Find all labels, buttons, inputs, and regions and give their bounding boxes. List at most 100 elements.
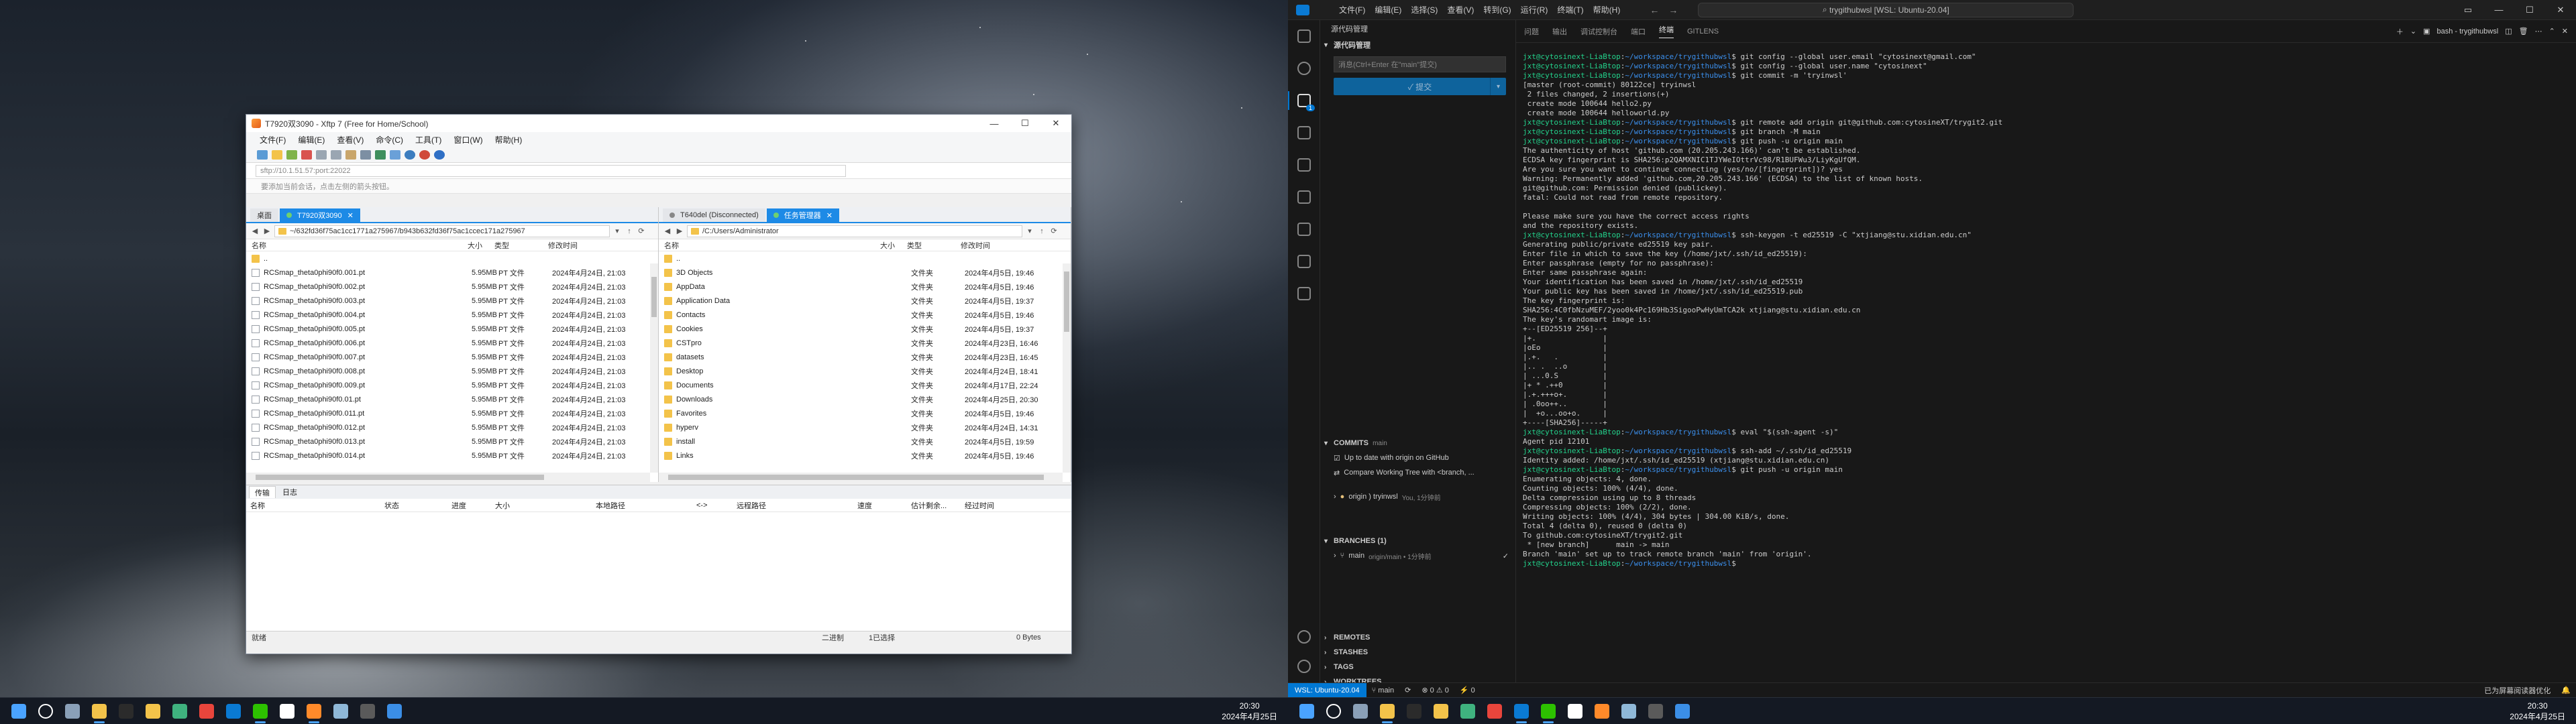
vscode-icon[interactable] [220,698,247,724]
menu-item[interactable]: 窗口(W) [449,134,486,145]
file-row[interactable]: RCSmap_theta0phi90f0.004.pt 5.95MB PT 文件 20… [246,308,658,322]
manage-gear-icon[interactable] [1288,650,1320,682]
section-stashes[interactable]: › STASHES [1320,645,1515,660]
typora-icon[interactable] [274,698,301,724]
chevron-down-icon[interactable]: ▾ [1490,78,1506,95]
commit-message-input[interactable]: 消息(Ctrl+Enter 在"main"提交) [1334,56,1506,72]
new-session-icon[interactable] [257,149,268,160]
paste-icon[interactable] [331,149,341,160]
branches-section-header[interactable]: ▾ BRANCHES (1) [1320,534,1515,548]
refresh-pane-icon[interactable]: ⟳ [637,227,646,236]
folder-icon[interactable] [1428,698,1454,724]
wechat-icon[interactable] [247,698,274,724]
disconnect-icon[interactable] [301,149,312,160]
vertical-scrollbar[interactable] [650,263,658,473]
parent-folder-icon[interactable]: ↑ [1037,227,1046,236]
tab-output[interactable]: 输出 [1552,26,1567,37]
gear-icon[interactable] [327,698,354,724]
close-tab-icon[interactable]: ✕ [826,211,833,220]
open-folder-icon[interactable] [272,149,282,160]
file-row[interactable]: AppData 文件夹 2024年4月5日, 19:46 [659,280,1071,294]
commit-button[interactable]: ✓ 提交 ▾ [1334,78,1506,95]
path-dropdown-icon[interactable]: ▾ [612,227,622,236]
file-row[interactable]: .. [659,251,1071,265]
menu-item[interactable]: 工具(T) [411,134,445,145]
file-row[interactable]: RCSmap_theta0phi90f0.007.pt 5.95MB PT 文件 20… [246,350,658,364]
terminal-icon[interactable] [1454,698,1481,724]
view-icon[interactable] [360,149,371,160]
camera-icon[interactable] [381,698,408,724]
tab-t640del[interactable]: T640del (Disconnected) [663,208,765,222]
file-row[interactable]: RCSmap_theta0phi90f0.001.pt 5.95MB PT 文件 20… [246,265,658,280]
sdk-icon[interactable] [1401,698,1428,724]
camera-icon[interactable] [1669,698,1696,724]
menu-item[interactable]: 编辑(E) [1372,4,1404,15]
tab-log[interactable]: 日志 [277,486,303,498]
docker-icon[interactable] [1288,213,1320,245]
transfer-col[interactable]: 本地路径 [592,500,692,511]
tab-task-manager[interactable]: 任务管理器 ✕ [766,208,840,222]
split-terminal-icon[interactable]: ◫ [2505,27,2512,36]
sync-icon[interactable] [390,149,400,160]
file-explorer-icon[interactable] [86,698,113,724]
gitlens-icon[interactable] [1288,245,1320,278]
menu-item[interactable]: 帮助(H) [491,134,527,145]
file-row[interactable]: RCSmap_theta0phi90f0.002.pt 5.95MB PT 文件 20… [246,280,658,294]
commit-item[interactable]: ☑ Up to date with origin on GitHub [1320,450,1515,465]
menu-item[interactable]: 终端(T) [1554,4,1586,15]
test-icon[interactable] [1288,278,1320,310]
maximize-button[interactable]: ☐ [2514,0,2545,20]
menu-item[interactable]: 帮助(H) [1591,4,1623,15]
gear-icon[interactable] [1615,698,1642,724]
menu-item[interactable]: 编辑(E) [294,134,329,145]
tab-terminal[interactable]: 终端 [1659,24,1674,38]
tab-gitlens[interactable]: GITLENS [1687,27,1719,36]
sdk-icon[interactable] [113,698,140,724]
forward-icon[interactable]: ▶ [262,227,272,236]
account-icon[interactable] [1288,621,1320,653]
col-name[interactable]: 名称 [246,240,468,251]
new-terminal-icon[interactable]: ＋ [2396,26,2404,37]
file-row[interactable]: RCSmap_theta0phi90f0.008.pt 5.95MB PT 文件 20… [246,364,658,378]
stop-icon[interactable] [419,149,430,160]
local-path-input[interactable]: /C:/Users/Administrator [687,225,1022,237]
col-date[interactable]: 修改时间 [961,240,1055,251]
nav-back-icon[interactable]: ← [1650,5,1659,15]
horizontal-scrollbar[interactable] [246,473,650,482]
refresh-icon[interactable] [375,149,386,160]
col-size[interactable]: 大小 [468,240,494,251]
remote-indicator[interactable]: WSL: Ubuntu-20.04 [1288,682,1366,698]
chevron-down-icon[interactable]: ⌄ [2410,27,2416,36]
vscode-icon[interactable] [1508,698,1535,724]
file-row[interactable]: RCSmap_theta0phi90f0.005.pt 5.95MB PT 文件 20… [246,322,658,336]
col-name[interactable]: 名称 [659,240,880,251]
forward-icon[interactable]: ▶ [675,227,684,236]
col-type[interactable]: 类型 [494,240,548,251]
branch-item[interactable]: › ⑂ main origin/main • 1分钟前 ✓ [1320,548,1515,563]
file-row[interactable]: RCSmap_theta0phi90f0.009.pt 5.95MB PT 文件 20… [246,378,658,392]
tab-desktop[interactable]: 桌面 [250,208,278,222]
close-tab-icon[interactable]: ✕ [347,211,354,220]
file-row[interactable]: datasets 文件夹 2024年4月23日, 16:45 [659,350,1071,364]
menu-item[interactable]: 运行(R) [1518,4,1551,15]
file-row[interactable]: Desktop 文件夹 2024年4月24日, 18:41 [659,364,1071,378]
transfer-col[interactable]: 状态 [380,500,447,511]
terminal-name[interactable]: bash - trygithubwsl [2436,27,2498,36]
folder-icon[interactable] [140,698,166,724]
tab-transfer[interactable]: 传输 [249,486,276,498]
file-row[interactable]: RCSmap_theta0phi90f0.013.pt 5.95MB PT 文件 20… [246,434,658,448]
terminal-icon[interactable] [166,698,193,724]
commit-item[interactable]: › ● origin ) tryinwsl You, 1分钟前 [1320,489,1515,504]
file-row[interactable]: 3D Objects 文件夹 2024年4月5日, 19:46 [659,265,1071,280]
file-row[interactable]: RCSmap_theta0phi90f0.011.pt 5.95MB PT 文件 20… [246,406,658,420]
maximize-button[interactable]: ☐ [1010,115,1040,132]
file-row[interactable]: RCSmap_theta0phi90f0.012.pt 5.95MB PT 文件 20… [246,420,658,434]
section-tags[interactable]: › TAGS [1320,660,1515,674]
transfer-col[interactable]: <-> [692,501,733,509]
windows-icon[interactable] [1293,698,1320,724]
menu-item[interactable]: 查看(V) [333,134,368,145]
properties-icon[interactable] [345,149,356,160]
file-row[interactable]: RCSmap_theta0phi90f0.006.pt 5.95MB PT 文件 20… [246,336,658,350]
chrome-icon[interactable] [1481,698,1508,724]
file-explorer-icon[interactable] [1374,698,1401,724]
